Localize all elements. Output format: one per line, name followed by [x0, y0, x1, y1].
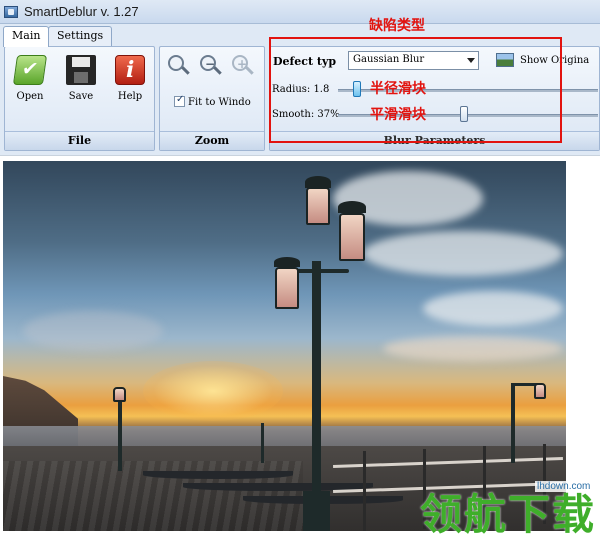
zoom-in-button[interactable]: + [232, 55, 254, 77]
save-label: Save [68, 91, 94, 102]
help-label: Help [117, 91, 143, 102]
annotation-defect-type: 缺陷类型 [369, 18, 425, 34]
open-label: Open [16, 91, 44, 102]
annotation-smooth-slider: 平滑滑块 [370, 107, 426, 123]
window-title: SmartDeblur v. 1.27 [24, 4, 139, 19]
zoom-group: − + Fit to Windo Zoom [159, 46, 265, 151]
app-icon [4, 6, 18, 18]
title-bar: SmartDeblur v. 1.27 [0, 0, 600, 24]
tab-main[interactable]: Main [3, 26, 50, 47]
save-button[interactable]: Save [62, 55, 100, 105]
tab-settings[interactable]: Settings [48, 26, 113, 46]
save-icon [66, 55, 96, 85]
zoom-out-button[interactable]: − [200, 55, 222, 77]
checkbox-checked-icon[interactable] [174, 94, 185, 107]
zoom-group-label: Zoom [160, 131, 264, 150]
annotation-radius-slider: 半径滑块 [370, 81, 426, 97]
watermark-url: lhdown.com [535, 481, 593, 492]
image-viewer[interactable]: 领航下载 lhdown.com [0, 155, 600, 535]
zoom-button[interactable] [168, 55, 190, 77]
help-icon [115, 55, 145, 85]
help-button[interactable]: Help [111, 55, 149, 105]
open-button[interactable]: Open [11, 55, 49, 105]
photo-venice-lamppost [3, 161, 566, 531]
fit-to-window-label: Fit to Windo [188, 97, 251, 108]
open-icon [12, 55, 48, 85]
fit-to-window-checkbox[interactable]: Fit to Windo [174, 94, 251, 109]
file-group-label: File [5, 131, 154, 150]
file-group: Open Save Help File [4, 46, 155, 151]
